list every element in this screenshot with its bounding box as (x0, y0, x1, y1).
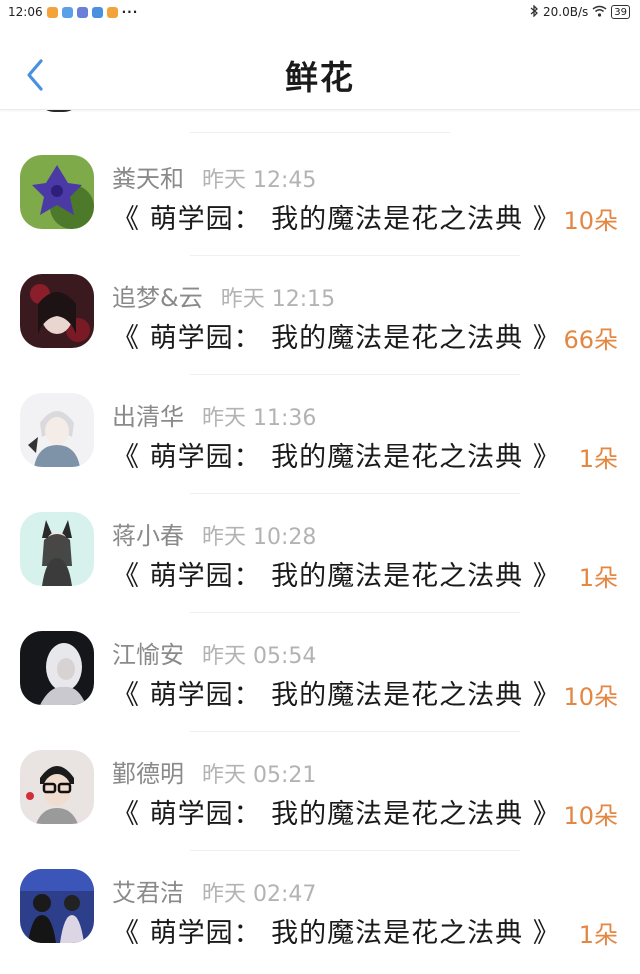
avatar[interactable] (20, 869, 94, 943)
item-meta: 蒋小春 昨天 10:28 (112, 516, 316, 551)
flower-count: 1朵 (578, 564, 618, 592)
book-title: 《 萌学园： 我的魔法是花之法典 》 (112, 680, 561, 711)
avatar[interactable] (20, 750, 94, 824)
book-title: 《 萌学园： 我的魔法是花之法典 》 (112, 204, 561, 235)
list-item[interactable]: 蒋小春 昨天 10:28 《 萌学园： 我的魔法是花之法典 》 1朵 (0, 494, 640, 613)
status-bar-right: 20.0B/s 39 (530, 3, 630, 20)
timestamp: 昨天 02:47 (202, 882, 317, 907)
avatar[interactable] (20, 512, 94, 586)
user-name: 粪天和 (112, 165, 184, 193)
network-speed: 20.0B/s (543, 5, 589, 19)
flower-count: 10朵 (563, 683, 618, 711)
book-title: 《 萌学园： 我的魔法是花之法典 》 (112, 918, 561, 949)
status-bar: 12:06 ··· 20.0B/s 39 (0, 0, 640, 24)
user-name: 鄞德明 (112, 760, 184, 788)
book-title: 《 萌学园： 我的魔法是花之法典 》 (112, 323, 561, 354)
list-item[interactable]: 追梦&云 昨天 12:15 《 萌学园： 我的魔法是花之法典 》 66朵 (0, 256, 640, 375)
timestamp: 昨天 10:28 (202, 525, 317, 550)
user-name: 追梦&云 (112, 284, 203, 312)
list-item[interactable]: 江愉安 昨天 05:54 《 萌学园： 我的魔法是花之法典 》 10朵 (0, 613, 640, 732)
list-item[interactable]: 出清华 昨天 11:36 《 萌学园： 我的魔法是花之法典 》 1朵 (0, 375, 640, 494)
avatar[interactable] (20, 274, 94, 348)
item-meta: 江愉安 昨天 05:54 (112, 635, 316, 670)
list-item[interactable]: 粪天和 昨天 12:45 《 萌学园： 我的魔法是花之法典 》 10朵 (0, 137, 640, 256)
item-meta: 追梦&云 昨天 12:15 (112, 278, 335, 313)
user-name: 蒋小春 (112, 522, 184, 550)
avatar[interactable] (20, 631, 94, 705)
book-title: 《 萌学园： 我的魔法是花之法典 》 (112, 442, 561, 473)
list-item[interactable]: 艾君洁 昨天 02:47 《 萌学园： 我的魔法是花之法典 》 1朵 (0, 851, 640, 970)
flower-count: 10朵 (563, 207, 618, 235)
bluetooth-icon (530, 3, 539, 20)
timestamp: 昨天 12:45 (202, 168, 317, 193)
back-button[interactable] (18, 56, 52, 94)
cloud-icon (61, 6, 73, 18)
item-meta: 鄞德明 昨天 05:21 (112, 754, 316, 789)
user-name: 艾君洁 (112, 879, 184, 907)
more-notifications-icon: ··· (121, 5, 139, 19)
user-name: 江愉安 (112, 641, 184, 669)
avatar[interactable] (20, 155, 94, 229)
app-icon (91, 6, 103, 18)
nav-header: 鲜花 (0, 40, 640, 110)
list-item[interactable]: 鄞德明 昨天 05:21 《 萌学园： 我的魔法是花之法典 》 10朵 (0, 732, 640, 851)
weibo-icon (106, 6, 118, 18)
status-bar-left: 12:06 ··· (8, 5, 138, 19)
wifi-icon (592, 5, 607, 20)
book-title: 《 萌学园： 我的魔法是花之法典 》 (112, 799, 561, 830)
flower-count: 1朵 (578, 921, 618, 949)
chevron-left-icon (27, 59, 43, 91)
book-title: 《 萌学园： 我的魔法是花之法典 》 (112, 561, 561, 592)
user-name: 出清华 (112, 403, 184, 431)
battery-indicator: 39 (611, 5, 630, 19)
timestamp: 昨天 11:36 (202, 406, 317, 431)
weibo-icon (46, 6, 58, 18)
flower-count: 1朵 (578, 445, 618, 473)
timestamp: 昨天 05:54 (202, 644, 317, 669)
divider (190, 132, 450, 133)
gift-list: 粪天和 昨天 12:45 《 萌学园： 我的魔法是花之法典 》 10朵 追梦&云… (0, 137, 640, 970)
timestamp: 昨天 12:15 (220, 287, 336, 312)
flower-count: 66朵 (563, 326, 618, 354)
item-meta: 粪天和 昨天 12:45 (112, 159, 316, 194)
item-meta: 艾君洁 昨天 02:47 (112, 873, 316, 908)
flower-count: 10朵 (563, 802, 618, 830)
page-title: 鲜花 (285, 57, 355, 97)
timestamp: 昨天 05:21 (202, 763, 317, 788)
app-icon (76, 6, 88, 18)
clock: 12:06 (8, 5, 43, 19)
item-meta: 出清华 昨天 11:36 (112, 397, 316, 432)
avatar[interactable] (20, 393, 94, 467)
